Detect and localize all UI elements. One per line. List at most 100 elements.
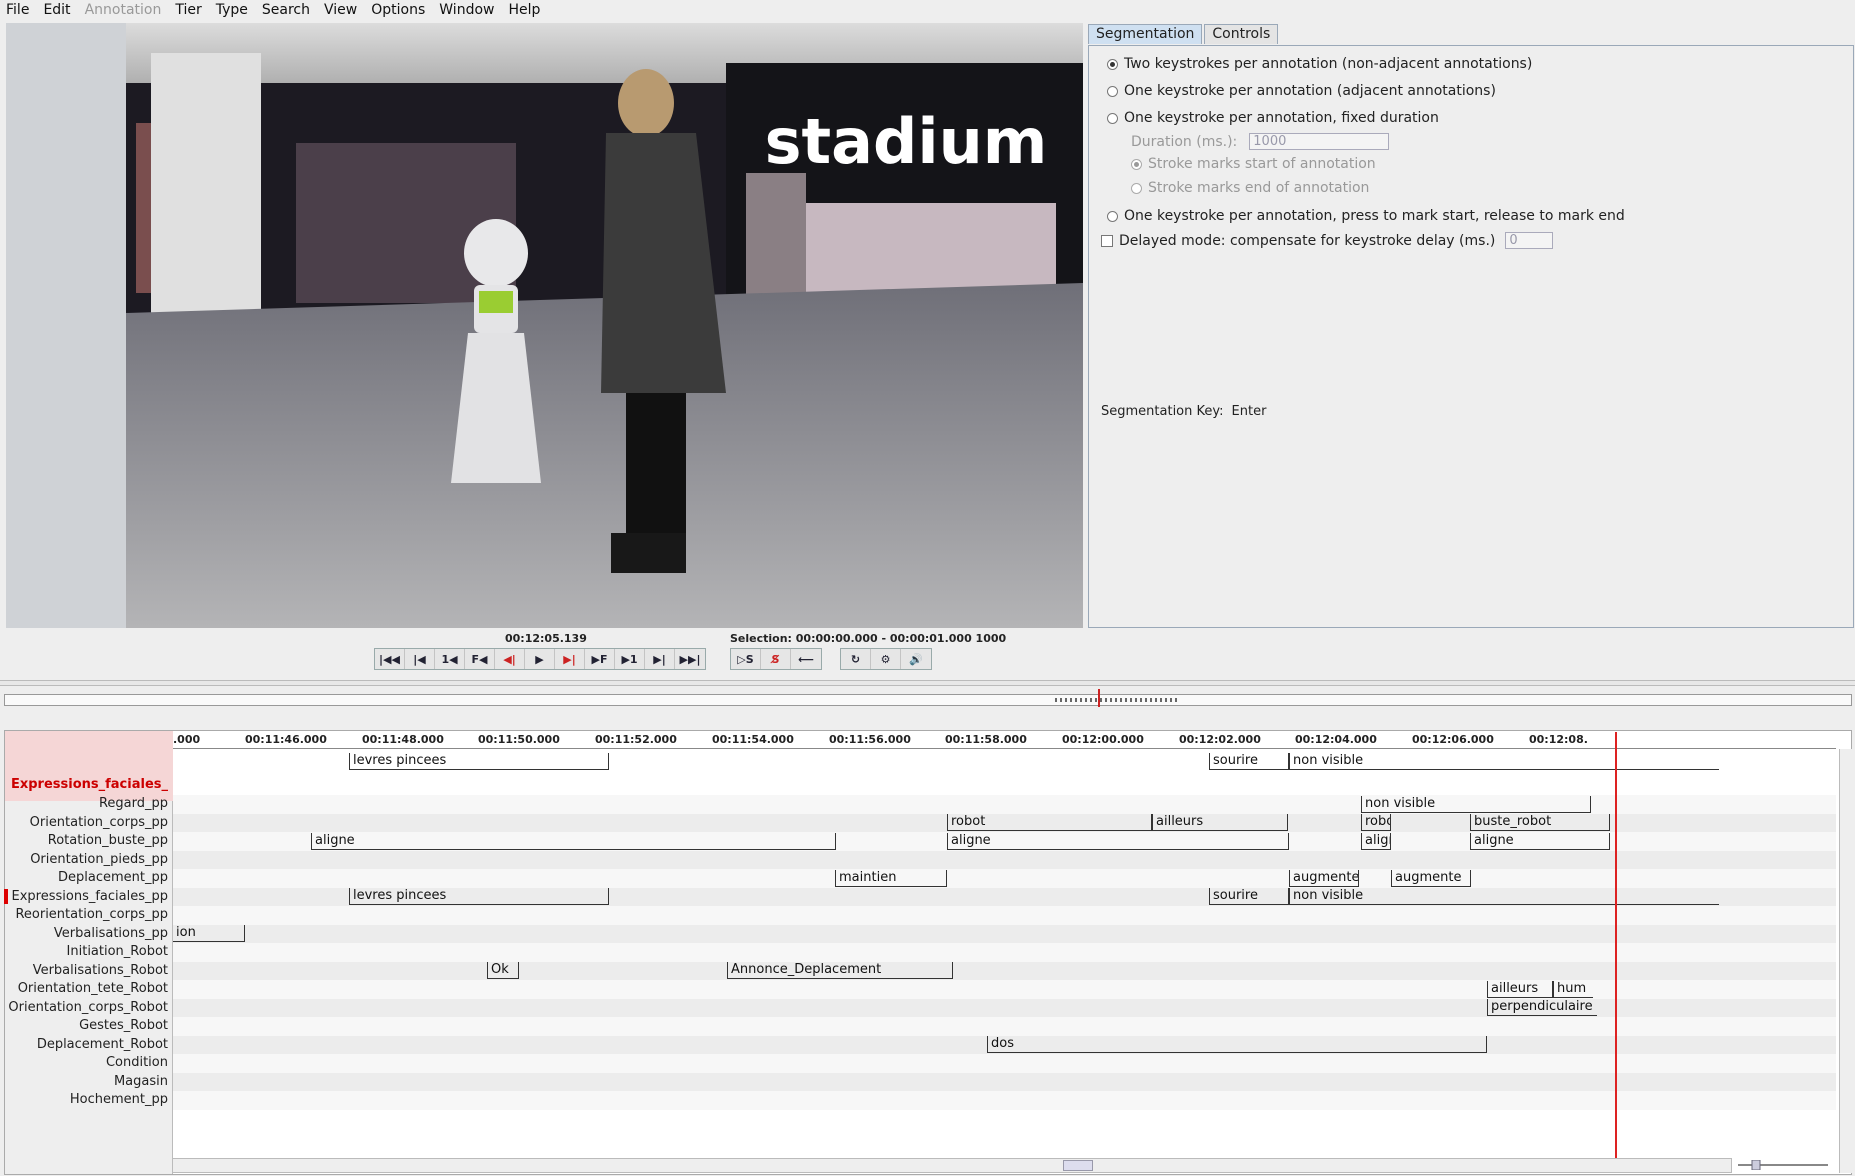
annotation[interactable]: Annonce_Deplacement	[727, 962, 953, 979]
tier-label[interactable]: Gestes_Robot	[79, 1018, 168, 1033]
menu-edit[interactable]: Edit	[43, 2, 70, 18]
menu-type[interactable]: Type	[216, 2, 248, 18]
annotation[interactable]: ailleurs	[1152, 814, 1288, 831]
annotation[interactable]: non visible	[1289, 753, 1719, 770]
tier-label[interactable]: Magasin	[114, 1074, 168, 1089]
time-ruler[interactable]: .000 00:11:46.000 00:11:48.000 00:11:50.000…	[173, 731, 1836, 749]
tier-label[interactable]: Orientation_tete_Robot	[18, 981, 168, 996]
tier-label[interactable]: Reorientation_corps_pp	[15, 907, 168, 922]
clear-selection-icon[interactable]: S̸	[761, 649, 791, 669]
option-stroke-start[interactable]: Stroke marks start of annotation	[1131, 156, 1376, 172]
tier-label[interactable]: Condition	[106, 1055, 168, 1070]
tier-tracks[interactable]: levres pincees sourire non visible non visi…	[173, 749, 1836, 1173]
tier-track[interactable]	[173, 961, 1836, 980]
tier-track[interactable]	[173, 906, 1836, 925]
tier-label[interactable]: Verbalisations_Robot	[33, 963, 168, 978]
annotation[interactable]: sourire	[1209, 753, 1289, 770]
horizontal-scrollbar[interactable]	[172, 1158, 1732, 1173]
annotation[interactable]: levres pincees	[349, 888, 609, 905]
annotation[interactable]: levres pincees	[349, 753, 609, 770]
option-fixed-duration[interactable]: One keystroke per annotation, fixed dura…	[1107, 110, 1439, 126]
menu-options[interactable]: Options	[371, 2, 425, 18]
annotation[interactable]: aligne	[947, 832, 1289, 850]
tier-label[interactable]: Deplacement_pp	[58, 870, 168, 885]
radio-icon[interactable]	[1107, 58, 1118, 70]
option-delayed-mode[interactable]: Delayed mode: compensate for keystroke d…	[1101, 232, 1554, 249]
selection-begin-icon[interactable]: ⟵	[791, 649, 821, 669]
annotation-timeline[interactable]: Expressions_faciales_ Regard_pp Orientati…	[3, 730, 1853, 1175]
radio-icon[interactable]	[1107, 85, 1118, 97]
option-stroke-end[interactable]: Stroke marks end of annotation	[1131, 180, 1369, 196]
menu-annotation[interactable]: Annotation	[85, 2, 162, 18]
annotation[interactable]: sourire	[1209, 888, 1289, 905]
radio-icon[interactable]	[1131, 158, 1142, 170]
annotation[interactable]: aligne	[1470, 832, 1610, 850]
tier-label[interactable]: Deplacement_Robot	[37, 1037, 168, 1052]
option-press-release[interactable]: One keystroke per annotation, press to m…	[1107, 208, 1625, 224]
annotation[interactable]: perpendiculaire	[1487, 999, 1597, 1016]
annotation[interactable]: aligne	[311, 832, 836, 850]
menu-file[interactable]: File	[6, 2, 29, 18]
tier-label[interactable]: Expressions_faciales_pp	[3, 888, 168, 904]
menu-help[interactable]: Help	[508, 2, 540, 18]
tier-track[interactable]	[173, 1091, 1836, 1110]
splitter[interactable]	[0, 680, 1855, 686]
tab-segmentation[interactable]: Segmentation	[1088, 24, 1203, 44]
tier-track[interactable]	[173, 1054, 1836, 1073]
scroll-thumb[interactable]	[1063, 1160, 1093, 1171]
tier-track[interactable]	[173, 924, 1836, 943]
next-frame-icon[interactable]: ▶F	[585, 649, 615, 669]
loop-mode-icon[interactable]: ↻	[841, 649, 871, 669]
annotation[interactable]: non visible	[1289, 888, 1719, 905]
play-icon[interactable]: ▶	[525, 649, 555, 669]
tier-label[interactable]: Hochement_pp	[70, 1092, 168, 1107]
option-two-keystrokes[interactable]: Two keystrokes per annotation (non-adjac…	[1107, 56, 1532, 72]
annotation[interactable]: align	[1361, 832, 1391, 850]
annotation[interactable]: augmente	[1391, 869, 1471, 887]
tier-label[interactable]: Orientation_corps_Robot	[8, 1000, 168, 1015]
delay-input[interactable]	[1505, 232, 1554, 249]
annotation[interactable]: ailleurs	[1487, 980, 1553, 998]
checkbox-icon[interactable]	[1101, 234, 1113, 247]
tab-controls[interactable]: Controls	[1204, 24, 1279, 44]
tier-label[interactable]: Orientation_corps_pp	[30, 815, 168, 830]
previous-boundary-icon[interactable]: ◀|	[495, 649, 525, 669]
tier-track[interactable]	[173, 850, 1836, 869]
settings-icon[interactable]: ⚙	[871, 649, 901, 669]
radio-icon[interactable]	[1107, 112, 1118, 124]
annotation[interactable]: hum	[1553, 980, 1593, 998]
next-boundary-icon[interactable]: ▶|	[555, 649, 585, 669]
tier-label[interactable]: Regard_pp	[99, 796, 168, 811]
option-one-keystroke-adjacent[interactable]: One keystroke per annotation (adjacent a…	[1107, 83, 1496, 99]
zoom-slider[interactable]	[1738, 1160, 1828, 1170]
tier-track[interactable]	[173, 1017, 1836, 1036]
menu-view[interactable]: View	[324, 2, 357, 18]
timeline-overview[interactable]	[4, 689, 1852, 707]
tier-label[interactable]: Rotation_buste_pp	[48, 833, 168, 848]
next-second-icon[interactable]: ▶1	[615, 649, 645, 669]
previous-scrollview-icon[interactable]: |◀	[405, 649, 435, 669]
annotation[interactable]: robot	[947, 814, 1152, 831]
menu-window[interactable]: Window	[439, 2, 494, 18]
previous-frame-icon[interactable]: F◀	[465, 649, 495, 669]
tier-track[interactable]	[173, 869, 1836, 888]
video-viewer[interactable]: stadium	[6, 23, 1083, 628]
annotation[interactable]: ion	[173, 925, 245, 942]
next-scrollview-icon[interactable]: ▶|	[645, 649, 675, 669]
volume-icon[interactable]: 🔊	[901, 649, 931, 669]
menu-search[interactable]: Search	[262, 2, 310, 18]
annotation[interactable]: robot	[1361, 814, 1391, 831]
active-tier-label[interactable]: Expressions_faciales_	[11, 777, 168, 792]
tier-label[interactable]: Orientation_pieds_pp	[30, 852, 168, 867]
previous-second-icon[interactable]: 1◀	[435, 649, 465, 669]
tier-label[interactable]: Initiation_Robot	[67, 944, 168, 959]
tier-track[interactable]	[173, 1072, 1836, 1091]
radio-icon[interactable]	[1107, 210, 1118, 222]
annotation[interactable]: Ok	[487, 962, 519, 979]
annotation[interactable]: augmente	[1289, 869, 1359, 887]
tier-label[interactable]: Verbalisations_pp	[54, 926, 168, 941]
annotation[interactable]: dos	[987, 1036, 1487, 1053]
vertical-scrollbar[interactable]	[1839, 749, 1853, 1173]
annotation[interactable]: non visible	[1361, 795, 1591, 813]
go-to-begin-icon[interactable]: |◀◀	[375, 649, 405, 669]
